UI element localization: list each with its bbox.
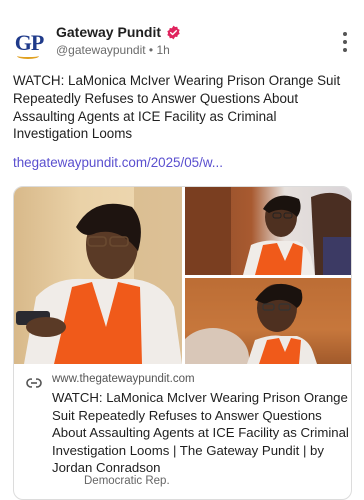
post-time[interactable]: 1h [156,43,169,57]
post: GP Gateway Pundit @gatewaypundit • 1h WA… [0,0,364,500]
preview-domain: www.thegatewaypundit.com [52,373,195,385]
name-row: Gateway Pundit [56,24,181,40]
preview-image-woman-call [185,187,351,275]
preview-tag: Democratic Rep. [84,475,170,487]
post-header: GP Gateway Pundit @gatewaypundit • 1h [12,22,352,62]
preview-title[interactable]: WATCH: LaMonica McIver Wearing Prison Or… [52,389,351,477]
separator: • [148,43,154,57]
post-text: WATCH: LaMonica McIver Wearing Prison Or… [13,73,341,142]
avatar-swoosh [17,53,39,59]
link-preview-card[interactable]: www.thegatewaypundit.com WATCH: LaMonica… [13,186,352,500]
link-icon [26,375,42,388]
preview-images [14,187,351,367]
handle[interactable]: @gatewaypundit [56,43,146,57]
handle-row: @gatewaypundit • 1h [56,43,170,57]
account-name[interactable]: Gateway Pundit [56,24,161,40]
post-link[interactable]: thegatewaypundit.com/2025/05/w... [13,155,223,170]
preview-image-woman-phone [14,187,182,364]
verified-badge-icon [166,25,181,40]
more-vertical-icon[interactable] [340,32,350,52]
preview-image-woman-closeup [185,278,351,364]
avatar[interactable]: GP [12,26,46,60]
